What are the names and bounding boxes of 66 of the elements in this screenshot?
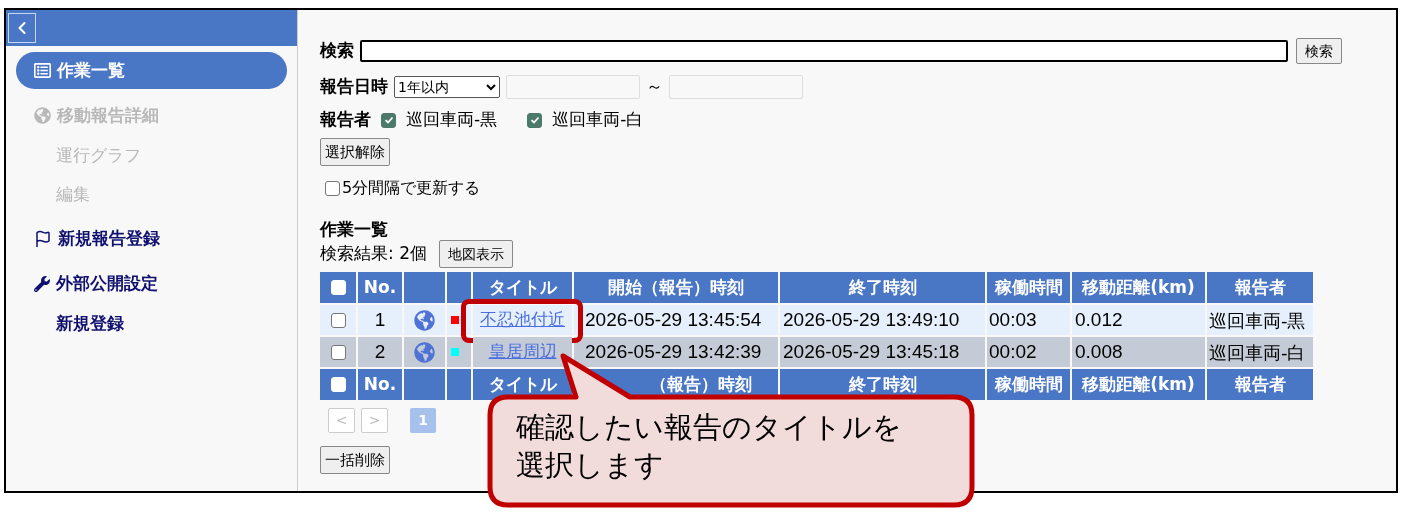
header-cell bbox=[404, 272, 445, 303]
column-header: 稼働時間 bbox=[987, 369, 1070, 400]
checkbox-label: 5分間隔で更新する bbox=[342, 177, 481, 199]
header-cell bbox=[447, 369, 471, 400]
sidebar-item[interactable]: 外部公開設定 bbox=[16, 265, 287, 302]
title-link[interactable]: 不忍池付近 bbox=[480, 307, 565, 333]
column-header: 移動距離(km) bbox=[1072, 272, 1205, 303]
column-header: No. bbox=[358, 272, 402, 303]
globe-icon[interactable] bbox=[414, 309, 435, 331]
reporter-label: 報告者 bbox=[320, 108, 371, 132]
checkbox-label: 巡回車両-黒 bbox=[406, 108, 498, 132]
result-count: 検索結果: 2個 bbox=[320, 242, 427, 266]
table-cell: 巡回車両-黒 bbox=[1207, 305, 1313, 335]
sidebar-item[interactable]: 新規報告登録 bbox=[16, 220, 287, 257]
table-cell: 2026-05-29 13:49:10 bbox=[780, 305, 985, 335]
header-cell bbox=[447, 272, 471, 303]
callout-text: 確認したい報告のタイトルを bbox=[516, 409, 902, 446]
title-link[interactable]: 皇居周辺 bbox=[488, 339, 557, 365]
column-header: 稼働時間 bbox=[987, 272, 1070, 303]
map-button[interactable]: 地図表示 bbox=[438, 240, 513, 268]
range-separator: ～ bbox=[646, 75, 663, 99]
date-to-field[interactable] bbox=[669, 75, 803, 99]
checkbox[interactable] bbox=[330, 344, 346, 360]
globe-icon bbox=[34, 107, 51, 124]
column-header: 報告者 bbox=[1207, 272, 1313, 303]
table-cell: 2026-05-29 13:42:39 bbox=[574, 337, 778, 367]
back-button[interactable] bbox=[8, 13, 36, 43]
column-header: No. bbox=[358, 369, 402, 400]
table-cell: 0.008 bbox=[1072, 337, 1205, 367]
chevron-down-icon bbox=[486, 83, 496, 91]
bulk-delete-button[interactable]: 一括削除 bbox=[320, 446, 390, 474]
list-icon bbox=[34, 62, 51, 79]
checkbox[interactable] bbox=[325, 180, 340, 196]
check-icon bbox=[383, 115, 394, 125]
column-header: 開始（報告）時刻 bbox=[574, 272, 778, 303]
table-cell: 00:02 bbox=[987, 337, 1070, 367]
flag-icon bbox=[34, 229, 52, 248]
column-header: 報告者 bbox=[1207, 369, 1313, 400]
date-from-field[interactable] bbox=[506, 75, 640, 99]
search-label: 検索 bbox=[320, 39, 354, 63]
table-cell: 00:03 bbox=[987, 305, 1070, 335]
table-cell: 2026-05-29 13:45:54 bbox=[574, 305, 778, 335]
wrench-icon bbox=[34, 275, 50, 292]
date-label: 報告日時 bbox=[320, 75, 388, 99]
column-header: 終了時刻 bbox=[780, 272, 985, 303]
table-cell: 2026-05-29 13:45:18 bbox=[780, 337, 985, 367]
table-cell: 2 bbox=[358, 337, 402, 367]
checkbox-label: 巡回車両-白 bbox=[552, 108, 644, 132]
search-button[interactable]: 検索 bbox=[1296, 38, 1342, 64]
column-header: 移動距離(km) bbox=[1072, 369, 1205, 400]
checkbox[interactable] bbox=[330, 312, 346, 328]
table-cell: 1 bbox=[358, 305, 402, 335]
checkbox[interactable] bbox=[381, 112, 396, 128]
check-icon bbox=[529, 115, 540, 125]
search-field[interactable] bbox=[360, 40, 1288, 62]
header-cell bbox=[404, 369, 445, 400]
sidebar-subitem[interactable]: 新規登録 bbox=[16, 307, 287, 341]
callout-text: 選択します bbox=[516, 447, 665, 484]
table-cell: 0.012 bbox=[1072, 305, 1205, 335]
clear-selection-button[interactable]: 選択解除 bbox=[320, 138, 390, 166]
sidebar-item[interactable]: 作業一覧 bbox=[16, 52, 287, 89]
globe-icon[interactable] bbox=[414, 341, 435, 363]
period-select[interactable]: 1年以内 bbox=[394, 76, 500, 98]
section-title: 作業一覧 bbox=[320, 218, 389, 240]
table-cell: 巡回車両-白 bbox=[1207, 337, 1313, 367]
checkbox[interactable] bbox=[527, 112, 543, 128]
